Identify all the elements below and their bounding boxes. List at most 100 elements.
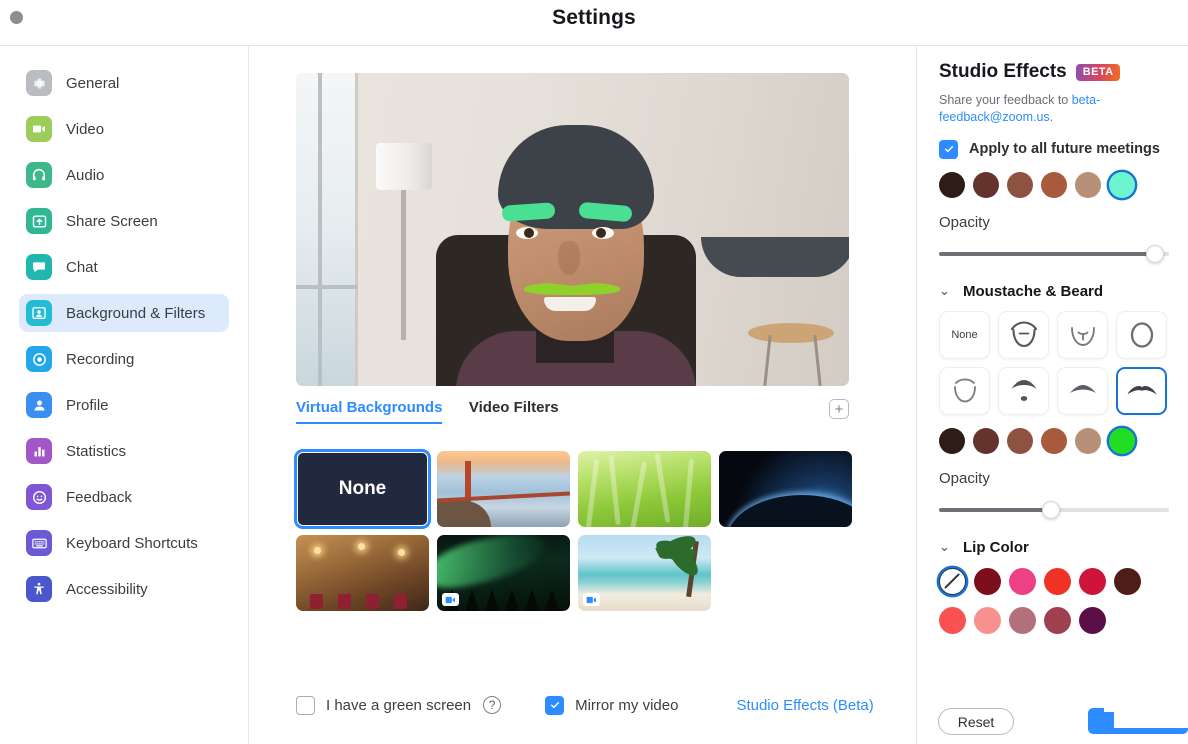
video-background-badge [583, 593, 600, 606]
moustache-color-swatch[interactable] [1041, 428, 1067, 454]
background-filters-panel: Virtual Backgrounds Video Filters + None [250, 46, 915, 744]
sidebar-item-label: Chat [66, 259, 98, 276]
sidebar-item-label: Audio [66, 167, 104, 184]
background-thumbnail-ballroom[interactable] [296, 535, 429, 611]
sidebar-item-label: Share Screen [66, 213, 158, 230]
preview-window [296, 73, 358, 386]
moustache-style-moustache-soul-patch[interactable] [998, 367, 1049, 415]
lip-color-swatch[interactable] [1009, 607, 1036, 634]
moustache-style-thick-moustache-selected[interactable] [1116, 367, 1167, 415]
eyebrow-color-swatch[interactable] [1075, 172, 1101, 198]
virtual-background-grid: None [296, 451, 866, 611]
background-thumbnail-bridge[interactable] [437, 451, 570, 527]
headphones-icon [26, 162, 52, 188]
moustache-color-swatches [939, 428, 1170, 454]
bar-chart-icon [26, 438, 52, 464]
studio-effects-link[interactable]: Studio Effects (Beta) [736, 697, 873, 714]
moustache-beard-section-header[interactable]: ⌄ Moustache & Beard [939, 283, 1170, 300]
eyebrow-opacity-slider-knob[interactable] [1146, 245, 1164, 263]
sidebar-item-profile[interactable]: Profile [19, 386, 229, 424]
lip-color-swatch[interactable] [1044, 568, 1071, 595]
eyebrow-color-swatch[interactable] [1007, 172, 1033, 198]
sidebar-item-label: Video [66, 121, 104, 138]
add-background-button[interactable]: + [829, 399, 849, 419]
background-thumbnail-earth[interactable] [719, 451, 852, 527]
moustache-color-swatch[interactable] [1075, 428, 1101, 454]
chat-bubble-icon [26, 254, 52, 280]
mirror-video-checkbox[interactable] [545, 696, 564, 715]
record-circle-icon [26, 346, 52, 372]
background-none-label: None [298, 453, 427, 525]
person-background-icon [26, 300, 52, 326]
lip-color-swatch[interactable] [939, 607, 966, 634]
lip-color-swatch[interactable] [1079, 607, 1106, 634]
sidebar-item-accessibility[interactable]: Accessibility [19, 570, 229, 608]
overlay-occluder [1104, 649, 1188, 712]
sidebar-item-label: Keyboard Shortcuts [66, 535, 198, 552]
moustache-opacity-slider-knob[interactable] [1042, 501, 1060, 519]
feedback-suffix: . [1050, 110, 1053, 124]
background-thumbnail-none[interactable]: None [296, 451, 429, 527]
moustache-style-thin-moustache[interactable] [1057, 367, 1108, 415]
tab-video-filters[interactable]: Video Filters [469, 399, 559, 422]
moustache-opacity-slider[interactable] [939, 501, 1169, 519]
sidebar-item-recording[interactable]: Recording [19, 340, 229, 378]
window-title-bar: Settings [0, 0, 1188, 45]
chevron-down-icon: ⌄ [939, 283, 953, 299]
sidebar-item-chat[interactable]: Chat [19, 248, 229, 286]
lip-color-section-header[interactable]: ⌄ Lip Color [939, 539, 1170, 556]
eyebrow-color-swatch[interactable] [1041, 172, 1067, 198]
moustache-color-swatch[interactable] [1007, 428, 1033, 454]
background-thumbnail-beach[interactable] [578, 535, 711, 611]
eyebrow-opacity-slider[interactable] [939, 245, 1169, 263]
moustache-style-circle-beard[interactable] [1116, 311, 1167, 359]
video-background-badge [442, 593, 459, 606]
sidebar-item-audio[interactable]: Audio [19, 156, 229, 194]
feedback-prefix: Share your feedback to [939, 93, 1072, 107]
moustache-style-chin-strap[interactable] [939, 367, 990, 415]
moustache-color-swatch-selected[interactable] [1109, 428, 1135, 454]
lip-color-swatch[interactable] [1044, 607, 1071, 634]
sidebar-item-statistics[interactable]: Statistics [19, 432, 229, 470]
moustache-style-full-beard[interactable] [998, 311, 1049, 359]
lip-color-swatch[interactable] [1114, 568, 1141, 595]
reset-button[interactable]: Reset [938, 708, 1014, 735]
beta-badge: BETA [1076, 64, 1121, 81]
apply-all-row: Apply to all future meetings [939, 140, 1170, 159]
eyebrow-color-swatch[interactable] [973, 172, 999, 198]
lip-color-swatch[interactable] [1079, 568, 1106, 595]
studio-effects-header: Studio Effects BETA [939, 61, 1170, 83]
sidebar-item-label: Feedback [66, 489, 132, 506]
background-tabs: Virtual Backgrounds Video Filters + [296, 399, 849, 431]
sidebar-item-video[interactable]: Video [19, 110, 229, 148]
person-icon [26, 392, 52, 418]
moustache-style-goatee[interactable] [1057, 311, 1108, 359]
moustache-none-label: None [951, 329, 977, 341]
tab-virtual-backgrounds[interactable]: Virtual Backgrounds [296, 399, 442, 424]
green-screen-checkbox[interactable] [296, 696, 315, 715]
background-thumbnail-grass[interactable] [578, 451, 711, 527]
green-screen-label: I have a green screen [326, 697, 471, 714]
moustache-color-swatch[interactable] [939, 428, 965, 454]
preview-side-table [748, 323, 834, 343]
sidebar-item-feedback[interactable]: Feedback [19, 478, 229, 516]
moustache-beard-grid: None [939, 311, 1169, 415]
sidebar-item-share-screen[interactable]: Share Screen [19, 202, 229, 240]
lip-color-swatch[interactable] [974, 607, 1001, 634]
help-question-icon[interactable]: ? [483, 696, 501, 714]
sidebar-item-keyboard-shortcuts[interactable]: Keyboard Shortcuts [19, 524, 229, 562]
background-thumbnail-aurora[interactable] [437, 535, 570, 611]
sidebar-item-background-filters[interactable]: Background & Filters [19, 294, 229, 332]
moustache-style-none[interactable]: None [939, 311, 990, 359]
moustache-color-swatch[interactable] [973, 428, 999, 454]
eyebrow-color-swatch-selected[interactable] [1109, 172, 1135, 198]
apply-all-meetings-checkbox[interactable] [939, 140, 958, 159]
lip-color-swatch[interactable] [974, 568, 1001, 595]
studio-effects-title: Studio Effects [939, 61, 1067, 83]
lip-color-title: Lip Color [963, 539, 1029, 556]
sidebar-item-general[interactable]: General [19, 64, 229, 102]
lip-color-swatch[interactable] [1009, 568, 1036, 595]
eyebrow-color-swatch[interactable] [939, 172, 965, 198]
chevron-down-icon: ⌄ [939, 539, 953, 555]
lip-color-none-selected[interactable] [939, 568, 966, 595]
